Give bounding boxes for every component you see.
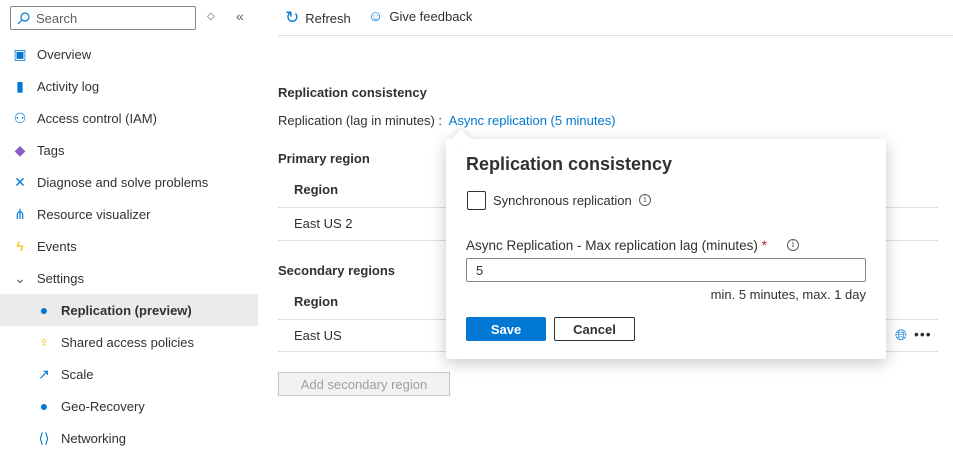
sidebar-item-label: Shared access policies — [61, 334, 194, 350]
sidebar-item-label: Events — [37, 238, 77, 254]
sidebar-item-label: Replication (preview) — [61, 302, 192, 318]
sidebar-item-label: Geo-Recovery — [61, 398, 145, 414]
cancel-button[interactable]: Cancel — [554, 317, 635, 341]
network-icon: ⟨⟩ — [38, 429, 50, 446]
sidebar-item-tags[interactable]: ◆ Tags — [0, 134, 258, 166]
chevron-down-icon: ⌄ — [14, 269, 26, 286]
info-icon[interactable]: i — [639, 194, 651, 206]
info-icon[interactable]: i — [787, 239, 799, 251]
sidebar-item-label: Access control (IAM) — [37, 110, 157, 126]
sort-icon[interactable]: ◇ — [207, 11, 215, 22]
people-icon: ⚇ — [13, 109, 27, 126]
replication-consistency-popup: Replication consistency Synchronous repl… — [446, 129, 886, 359]
feedback-button[interactable]: ☺ Give feedback — [368, 8, 472, 25]
key-icon: ♀ — [38, 334, 50, 350]
sidebar-item-label: Activity log — [37, 78, 100, 94]
region-header: Region — [294, 182, 339, 197]
save-button[interactable]: Save — [466, 317, 546, 341]
tag-icon: ◆ — [14, 141, 26, 158]
sidebar-item-events[interactable]: ϟ Events — [0, 230, 258, 262]
sidebar-item-label: Resource visualizer — [37, 206, 151, 222]
more-options-icon[interactable]: ••• — [914, 326, 932, 342]
sidebar-item-replication-preview[interactable]: ● Replication (preview) — [0, 294, 258, 326]
lag-input[interactable]: 5 — [466, 258, 866, 282]
sidebar-item-resource-visualizer[interactable]: ⋔ Resource visualizer — [0, 198, 258, 230]
sidebar-item-scale[interactable]: ↗ Scale — [0, 358, 258, 390]
sidebar-item-label: Scale — [61, 366, 94, 382]
primary-region-cell: East US 2 — [294, 216, 353, 231]
hierarchy-icon: ⋔ — [14, 205, 26, 222]
activity-log-icon: ▮ — [16, 77, 24, 94]
replication-row: Replication (lag in minutes) : Async rep… — [278, 113, 616, 128]
search-icon — [17, 11, 30, 24]
consistency-title: Replication consistency — [278, 85, 427, 100]
sidebar-item-activity-log[interactable]: ▮ Activity log — [0, 70, 258, 102]
toolbar-divider — [278, 35, 953, 36]
popup-arrow — [451, 129, 471, 149]
lag-hint: min. 5 minutes, max. 1 day — [710, 287, 866, 302]
collapse-icon[interactable]: « — [236, 8, 244, 24]
sync-replication-checkbox[interactable] — [467, 191, 486, 210]
secondary-region-cell: East US — [294, 328, 342, 343]
primary-title: Primary region — [278, 151, 370, 166]
sidebar-item-label: Diagnose and solve problems — [37, 174, 209, 190]
wrench-icon: ✕ — [14, 173, 26, 190]
lightning-icon: ϟ — [16, 238, 24, 254]
sidebar-item-shared-access-policies[interactable]: ♀ Shared access policies — [0, 326, 258, 358]
refresh-icon: ↻ — [285, 8, 300, 27]
sidebar-item-label: Settings — [37, 270, 84, 286]
search-input[interactable]: Search — [10, 6, 196, 30]
sidebar-item-overview[interactable]: ▣ Overview — [0, 38, 258, 70]
sync-label: Synchronous replication — [493, 193, 632, 208]
region-header: Region — [294, 294, 339, 309]
sidebar-item-geo-recovery[interactable]: ● Geo-Recovery — [0, 390, 258, 422]
globe-icon: ● — [39, 302, 49, 318]
popup-title: Replication consistency — [466, 154, 673, 174]
sidebar-item-label: Networking — [61, 430, 127, 446]
sidebar-item-label: Tags — [37, 142, 65, 158]
async-replication-link[interactable]: Async replication (5 minutes) — [449, 113, 616, 128]
sidebar-item-networking[interactable]: ⟨⟩ Networking — [0, 422, 258, 454]
failover-globe-icon[interactable]: 🌐︎ — [895, 327, 907, 344]
sidebar-item-label: Overview — [37, 46, 92, 62]
feedback-icon: ☺ — [368, 8, 384, 25]
refresh-button[interactable]: ↻ Refresh — [285, 8, 351, 28]
overview-icon: ▣ — [13, 45, 27, 62]
lag-label: Async Replication - Max replication lag … — [466, 238, 767, 253]
globe-icon: ● — [39, 398, 49, 414]
scale-icon: ↗ — [38, 365, 50, 382]
sidebar-item-access-control-iam[interactable]: ⚇ Access control (IAM) — [0, 102, 258, 134]
sidebar-item-diagnose-and-solve-problems[interactable]: ✕ Diagnose and solve problems — [0, 166, 258, 198]
secondary-title: Secondary regions — [278, 263, 396, 278]
add-secondary-region-button[interactable]: Add secondary region — [278, 372, 450, 396]
sidebar-item-settings[interactable]: ⌄ Settings — [0, 262, 258, 294]
